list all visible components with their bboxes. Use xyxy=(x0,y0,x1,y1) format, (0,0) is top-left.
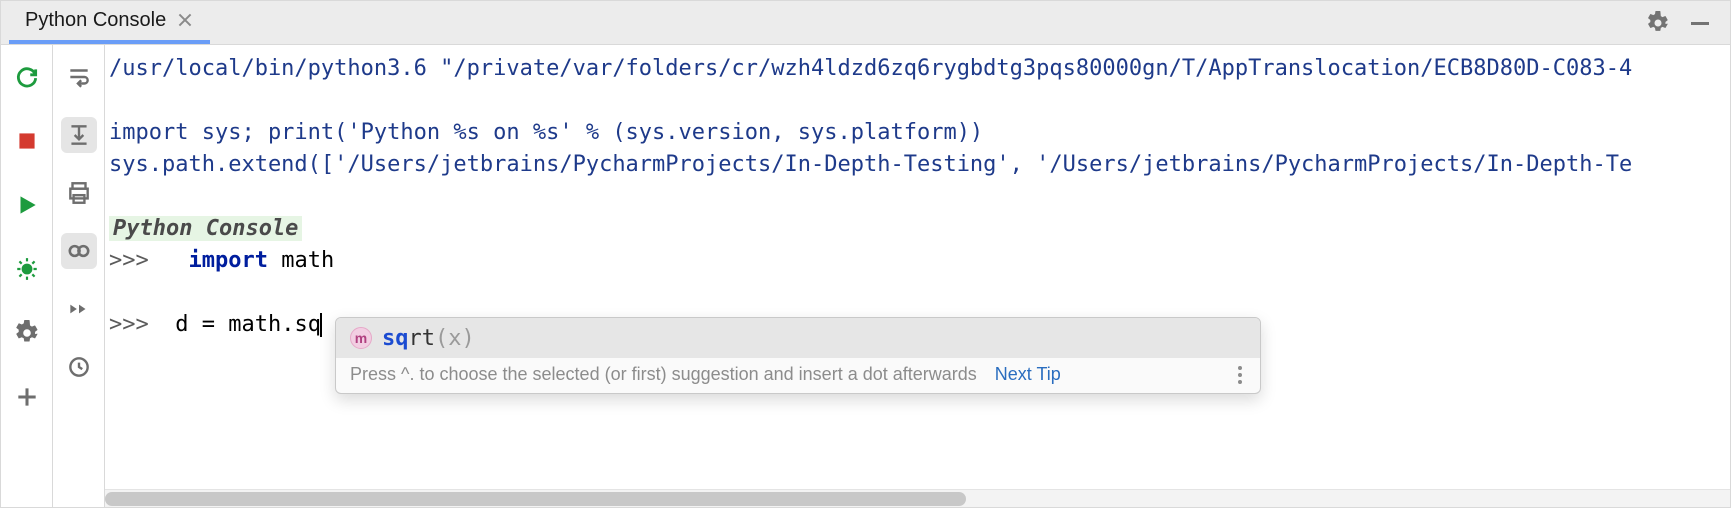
completion-text: sqrt(x) xyxy=(382,326,475,351)
horizontal-scrollbar[interactable] xyxy=(105,489,1730,507)
history-icon[interactable] xyxy=(61,349,97,385)
blank-line xyxy=(105,85,1730,117)
completion-item[interactable]: m sqrt(x) xyxy=(336,318,1260,358)
text-caret xyxy=(320,313,322,337)
completion-hint-bar: Press ^. to choose the selected (or firs… xyxy=(336,358,1260,393)
close-icon[interactable] xyxy=(178,13,192,27)
tab-bar: Python Console xyxy=(1,1,1730,45)
settings-icon[interactable] xyxy=(9,315,45,351)
show-variables-icon[interactable] xyxy=(61,233,97,269)
startup-line: import sys; print('Python %s on %s' % (s… xyxy=(105,117,1730,149)
print-icon[interactable] xyxy=(61,175,97,211)
repl-input-text: d = math.sq xyxy=(175,312,321,337)
prompt-marker: >>> xyxy=(109,248,149,273)
completion-hint-label: Press ^. to choose the selected (or firs… xyxy=(350,364,1061,385)
syspath-line: sys.path.extend(['/Users/jetbrains/Pycha… xyxy=(105,149,1730,181)
left-toolbar-secondary xyxy=(53,45,105,507)
console-body: /usr/local/bin/python3.6 "/private/var/f… xyxy=(1,45,1730,507)
repl-line: >>> import math xyxy=(105,245,1730,277)
blank-line xyxy=(105,181,1730,213)
interpreter-path-line: /usr/local/bin/python3.6 "/private/var/f… xyxy=(105,53,1730,85)
gear-icon[interactable] xyxy=(1644,9,1672,37)
code-completion-popup: m sqrt(x) Press ^. to choose the selecte… xyxy=(335,317,1261,394)
next-tip-link[interactable]: Next Tip xyxy=(995,364,1061,384)
minimize-icon[interactable] xyxy=(1686,9,1714,37)
stop-icon[interactable] xyxy=(9,123,45,159)
method-icon: m xyxy=(350,327,372,349)
prompt-marker: >>> xyxy=(109,312,149,337)
console-output[interactable]: /usr/local/bin/python3.6 "/private/var/f… xyxy=(105,45,1730,507)
tab-label: Python Console xyxy=(25,9,166,32)
python-console-panel: Python Console xyxy=(0,0,1731,508)
tab-python-console[interactable]: Python Console xyxy=(9,0,210,44)
debug-icon[interactable] xyxy=(9,251,45,287)
rerun-icon[interactable] xyxy=(9,59,45,95)
new-console-icon[interactable] xyxy=(9,379,45,415)
blank-line xyxy=(105,277,1730,309)
browse-history-icon[interactable] xyxy=(61,291,97,327)
keyword-import: import xyxy=(189,248,268,273)
scroll-to-end-icon[interactable] xyxy=(61,117,97,153)
tab-bar-actions xyxy=(1644,1,1722,44)
tabs-container: Python Console xyxy=(9,1,210,44)
run-icon[interactable] xyxy=(9,187,45,223)
kebab-icon[interactable] xyxy=(1230,366,1250,384)
scrollbar-thumb[interactable] xyxy=(105,492,966,506)
console-section-title: Python Console xyxy=(105,213,1730,245)
soft-wrap-icon[interactable] xyxy=(61,59,97,95)
repl-text: math xyxy=(268,248,334,273)
left-toolbar-primary xyxy=(1,45,53,507)
